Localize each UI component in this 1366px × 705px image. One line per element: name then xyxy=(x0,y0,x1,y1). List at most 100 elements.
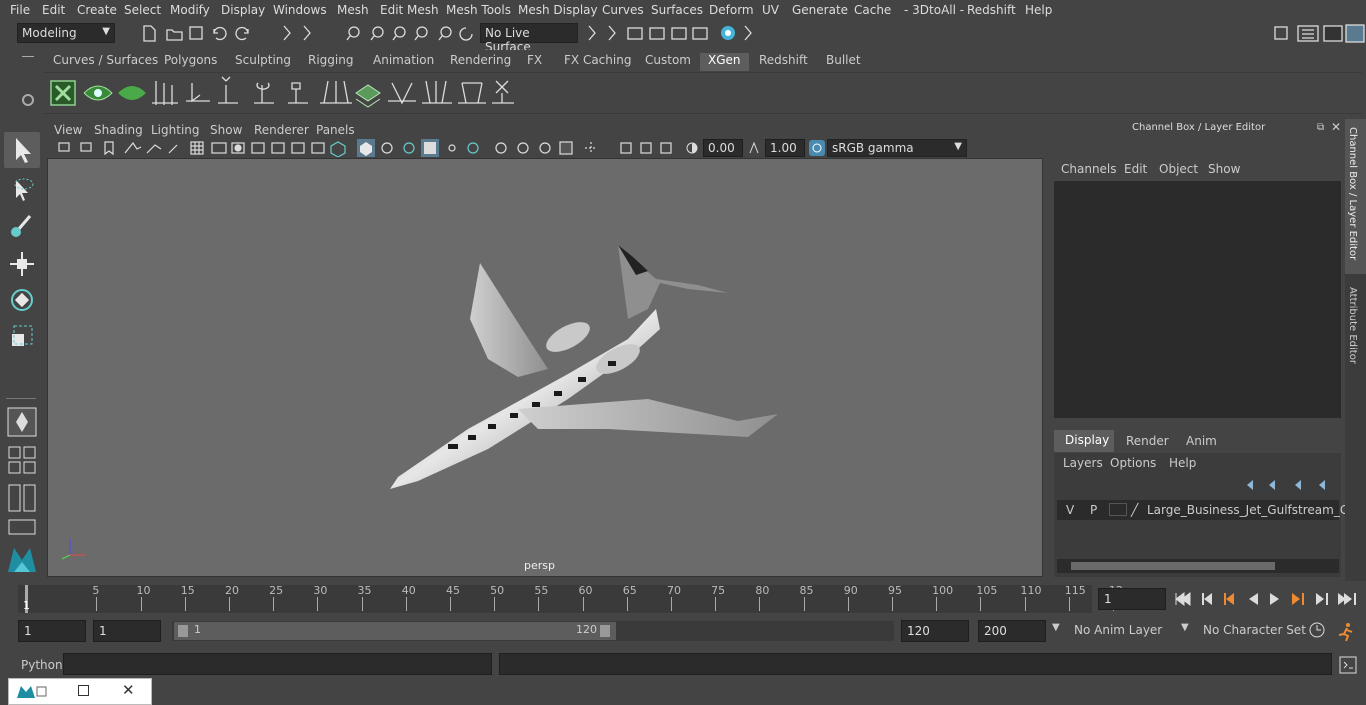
chevron-down-icon[interactable]: ▼ xyxy=(1181,622,1189,633)
range-handle-right[interactable] xyxy=(600,625,610,637)
live-surface-field[interactable]: No Live Surface xyxy=(480,23,578,54)
viewport-menu-panels[interactable]: Panels xyxy=(316,123,355,137)
layer-tab-anim[interactable]: Anim xyxy=(1186,434,1217,448)
viewport-menu-shading[interactable]: Shading xyxy=(94,123,143,137)
viewport-menu-lighting[interactable]: Lighting xyxy=(151,123,200,137)
menu-edit[interactable]: Edit xyxy=(42,3,65,17)
menu-windows[interactable]: Windows xyxy=(273,3,327,17)
chevron-down-icon[interactable]: ▼ xyxy=(1052,622,1060,633)
layout-outliner-icon[interactable] xyxy=(6,482,38,514)
current-frame-field[interactable]: 1 xyxy=(1098,588,1166,610)
viewport-menu-view[interactable]: View xyxy=(54,123,82,137)
layer-tab-render[interactable]: Render xyxy=(1126,434,1169,448)
menu-deform[interactable]: Deform xyxy=(709,3,754,17)
menu-redshift[interactable]: Redshift xyxy=(967,3,1016,17)
tab-bullet[interactable]: Bullet xyxy=(826,53,861,71)
layer-action-icons[interactable] xyxy=(1243,477,1335,491)
shelf-menu-icon[interactable] xyxy=(22,56,34,57)
menu-uv[interactable]: UV xyxy=(762,3,779,17)
cb-menu-edit[interactable]: Edit xyxy=(1124,162,1147,176)
tab-fx[interactable]: FX xyxy=(527,53,542,71)
viewport-menu-renderer[interactable]: Renderer xyxy=(254,123,309,137)
close-window-icon[interactable]: ✕ xyxy=(122,681,135,699)
menu-cache[interactable]: Cache xyxy=(854,3,891,17)
tab-polygons[interactable]: Polygons xyxy=(164,53,217,71)
layer-visibility-toggle[interactable]: V xyxy=(1066,503,1074,517)
lasso-tool-icon[interactable] xyxy=(4,172,40,208)
menu-surfaces[interactable]: Surfaces xyxy=(651,3,703,17)
workspace-icons[interactable] xyxy=(1270,23,1366,43)
scrollbar-thumb[interactable] xyxy=(1071,562,1275,570)
layer-menu-help[interactable]: Help xyxy=(1169,456,1196,470)
range-slider[interactable]: 1 120 xyxy=(172,621,894,641)
viewport-persp[interactable]: persp xyxy=(47,158,1043,577)
layer-scrollbar[interactable] xyxy=(1057,559,1339,573)
layer-name[interactable]: Large_Business_Jet_Gulfstream_G001 xyxy=(1147,503,1366,517)
move-tool-icon[interactable] xyxy=(4,246,40,282)
rotate-tool-icon[interactable] xyxy=(4,282,40,318)
playback-start-field[interactable]: 1 xyxy=(93,620,161,642)
layer-menu-options[interactable]: Options xyxy=(1110,456,1156,470)
script-language-label[interactable]: Python xyxy=(21,658,63,672)
time-ruler[interactable]: 1 5 10 15 20 25 30 35 40 45 50 55 60 65 70 75 80 85 90 95 1… xyxy=(18,584,1123,613)
scene-end-field[interactable]: 200 xyxy=(978,620,1046,642)
tab-animation[interactable]: Animation xyxy=(373,53,434,71)
anim-layer-selector[interactable]: No Anim Layer xyxy=(1074,623,1162,637)
selection-snap-icons[interactable] xyxy=(270,24,480,42)
range-slider-handle[interactable]: 1 120 xyxy=(174,622,616,640)
auto-key-icon[interactable] xyxy=(1308,621,1326,639)
close-icon[interactable]: ✕ xyxy=(1331,120,1341,134)
menu-3dtoall[interactable]: - 3DtoAll - xyxy=(904,3,964,17)
viewport-toolbar-icons[interactable] xyxy=(55,139,685,157)
menu-help[interactable]: Help xyxy=(1025,3,1052,17)
time-slider[interactable]: 1 5 10 15 20 25 30 35 40 45 50 55 60 65 70 75 80 85 90 95 1… xyxy=(0,581,1366,617)
layer-tab-display[interactable]: Display xyxy=(1054,430,1114,452)
menu-edit-mesh[interactable]: Edit Mesh xyxy=(380,3,439,17)
script-editor-icon[interactable] xyxy=(1339,656,1357,674)
tab-sculpting[interactable]: Sculpting xyxy=(235,53,291,71)
float-panel-icon[interactable]: ⧉ xyxy=(1317,122,1324,133)
scale-tool-icon[interactable] xyxy=(4,318,40,354)
paint-select-icon[interactable] xyxy=(4,208,40,244)
command-input[interactable] xyxy=(63,653,492,675)
cb-menu-channels[interactable]: Channels xyxy=(1061,162,1117,176)
range-handle-left[interactable] xyxy=(178,625,188,637)
tab-rigging[interactable]: Rigging xyxy=(308,53,353,71)
select-tool-button[interactable] xyxy=(4,132,40,168)
maximize-icon[interactable] xyxy=(78,685,89,696)
xgen-shelf-icons[interactable] xyxy=(44,73,524,113)
playback-controls[interactable] xyxy=(1172,589,1362,609)
color-management-icon[interactable] xyxy=(809,140,825,156)
color-space-selector[interactable]: sRGB gamma ▼ xyxy=(827,139,967,157)
file-tools-icons[interactable] xyxy=(140,24,260,42)
menu-display[interactable]: Display xyxy=(221,3,265,17)
menu-mesh[interactable]: Mesh xyxy=(337,3,369,17)
menu-file[interactable]: File xyxy=(10,3,30,17)
layout-graph-icon[interactable] xyxy=(6,518,38,538)
exposure-field[interactable]: 0.00 xyxy=(703,139,743,157)
side-tab-channel-box[interactable]: Channel Box / Layer Editor xyxy=(1345,119,1366,274)
mode-selector[interactable]: Modeling ▼ xyxy=(17,23,115,43)
preferences-runner-icon[interactable] xyxy=(1336,621,1356,641)
viewport-menu-show[interactable]: Show xyxy=(210,123,242,137)
channel-list[interactable] xyxy=(1054,181,1341,418)
shelf-settings-gear-icon[interactable] xyxy=(22,94,34,106)
tab-xgen[interactable]: XGen xyxy=(700,53,749,71)
menu-select[interactable]: Select xyxy=(124,3,161,17)
menu-mesh-tools[interactable]: Mesh Tools xyxy=(446,3,511,17)
playback-end-field[interactable]: 120 xyxy=(901,620,969,642)
maya-window-icon[interactable] xyxy=(15,684,49,700)
tab-custom[interactable]: Custom xyxy=(645,53,691,71)
layer-row[interactable]: V P ╱ Large_Business_Jet_Gulfstream_G001 xyxy=(1057,500,1366,520)
layout-four-icon[interactable] xyxy=(6,444,38,476)
menu-generate[interactable]: Generate xyxy=(792,3,848,17)
layer-menu-layers[interactable]: Layers xyxy=(1063,456,1103,470)
menu-curves[interactable]: Curves xyxy=(602,3,644,17)
menu-create[interactable]: Create xyxy=(77,3,117,17)
tab-curves-surfaces[interactable]: Curves / Surfaces xyxy=(53,53,158,71)
airplane-model[interactable] xyxy=(48,159,1042,576)
scene-start-field[interactable]: 1 xyxy=(18,620,86,642)
tab-rendering[interactable]: Rendering xyxy=(450,53,511,71)
layer-playback-toggle[interactable]: P xyxy=(1090,503,1097,517)
render-icons[interactable] xyxy=(585,24,755,42)
